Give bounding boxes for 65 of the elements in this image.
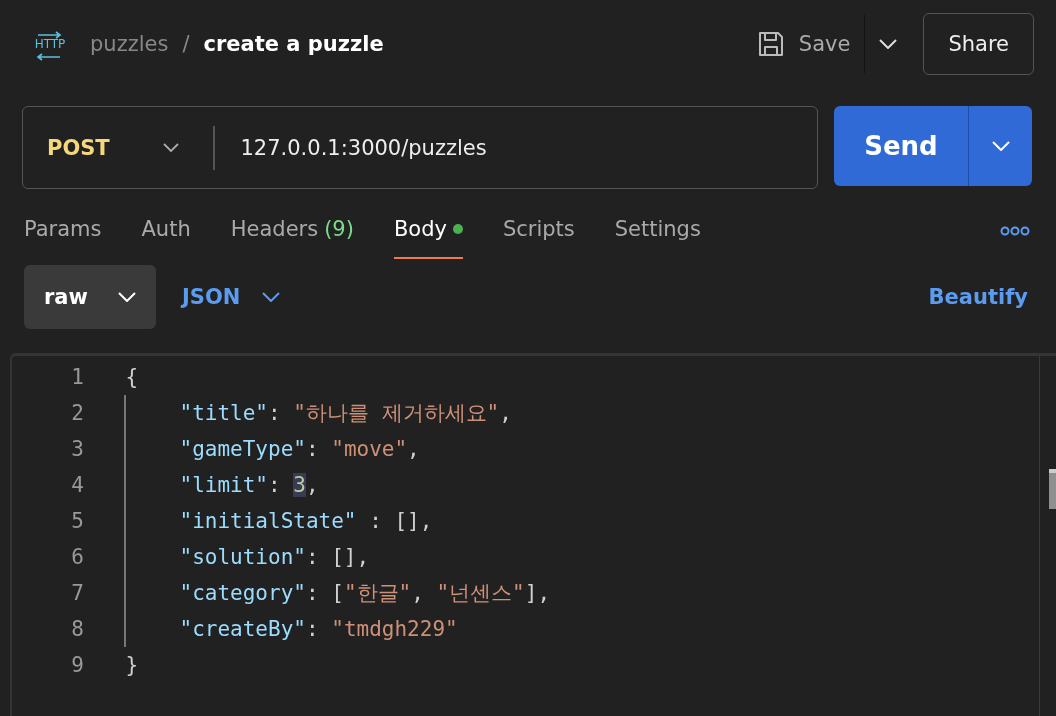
line-number: 3 bbox=[70, 437, 84, 461]
method-dropdown[interactable]: POST bbox=[23, 135, 213, 160]
request-tab[interactable]: Params bbox=[24, 203, 102, 259]
line-number: 4 bbox=[70, 473, 84, 497]
line-number: 9 bbox=[70, 653, 84, 677]
code-token: , bbox=[305, 473, 319, 497]
code-token: : [ bbox=[305, 581, 344, 605]
code-token: : bbox=[268, 401, 282, 425]
code-token: : bbox=[305, 617, 320, 641]
code-token: "gameType" bbox=[179, 437, 306, 461]
code-token: "createBy" bbox=[179, 617, 306, 641]
code-token: "initialState" bbox=[179, 509, 357, 533]
code-token: : [], bbox=[305, 545, 370, 569]
scrollbar-thumb[interactable] bbox=[1049, 469, 1056, 509]
code-token: : [], bbox=[368, 509, 433, 533]
request-tab[interactable]: Headers (9) bbox=[230, 203, 354, 259]
code-token: { bbox=[125, 365, 139, 389]
code-token: "title" bbox=[179, 401, 268, 425]
more-options-icon[interactable] bbox=[1000, 226, 1030, 236]
line-number: 2 bbox=[70, 401, 84, 425]
scrollbar[interactable] bbox=[1039, 356, 1056, 716]
send-button[interactable]: Send bbox=[834, 106, 968, 186]
line-number: 6 bbox=[70, 545, 84, 569]
request-tab[interactable]: Settings bbox=[614, 203, 701, 259]
line-number: 8 bbox=[70, 617, 84, 641]
language-dropdown[interactable]: JSON bbox=[176, 284, 287, 310]
save-button[interactable]: Save bbox=[742, 30, 865, 58]
code-token: "limit" bbox=[179, 473, 268, 497]
code-token: , bbox=[499, 401, 512, 425]
chevron-down-icon bbox=[117, 292, 136, 302]
code-token: ], bbox=[524, 581, 551, 605]
code-token: "넌센스" bbox=[436, 581, 525, 605]
request-tab[interactable]: Body bbox=[393, 203, 463, 259]
code-editor[interactable]: 1 { 2 "title": "하나를 제거하세요", 3 "gameType": "move", 4 "limit": 3, 5 "initialState" : [], 6 "solution": [], 7 "category": ["한글", "넌센스"], 8 "createBy": "tmdgh229" 9 } bbox=[10, 353, 1056, 716]
chevron-down-icon bbox=[262, 292, 281, 302]
url-field[interactable]: POST 127.0.0.1:3000/puzzles bbox=[22, 106, 818, 189]
line-number: 7 bbox=[70, 581, 84, 605]
request-tab[interactable]: Scripts bbox=[502, 203, 575, 259]
line-number: 1 bbox=[70, 365, 84, 389]
request-name: create a puzzle bbox=[203, 32, 384, 56]
beautify-link[interactable]: Beautify bbox=[928, 285, 1028, 309]
code-token: , bbox=[411, 581, 425, 605]
collection-link[interactable]: puzzles bbox=[90, 32, 169, 56]
url-text: 127.0.0.1:3000/puzzles bbox=[240, 135, 487, 160]
http-label: HTTP bbox=[33, 37, 67, 51]
share-button[interactable]: Share bbox=[923, 13, 1034, 75]
code-token: , bbox=[407, 437, 420, 461]
chevron-down-icon bbox=[163, 143, 179, 152]
code-token: "tmdgh229" bbox=[331, 617, 458, 641]
code-token: "category" bbox=[179, 581, 306, 605]
code-token: "solution" bbox=[179, 545, 306, 569]
chevron-down-icon bbox=[991, 140, 1010, 151]
code-token: 3 bbox=[293, 473, 306, 497]
body-mode-dropdown[interactable]: raw bbox=[24, 265, 156, 329]
code-token: } bbox=[125, 653, 139, 677]
chevron-down-icon bbox=[879, 38, 898, 49]
header-count: (9) bbox=[324, 217, 354, 241]
code-token: : bbox=[268, 473, 282, 497]
request-tab[interactable]: Auth bbox=[141, 203, 191, 259]
code-token: "하나를 제거하세요" bbox=[293, 401, 500, 425]
code-token: "move" bbox=[331, 437, 408, 461]
line-number: 5 bbox=[70, 509, 84, 533]
code-token: : bbox=[305, 437, 320, 461]
code-token: "한글" bbox=[343, 581, 412, 605]
breadcrumb-separator: / bbox=[182, 32, 190, 56]
